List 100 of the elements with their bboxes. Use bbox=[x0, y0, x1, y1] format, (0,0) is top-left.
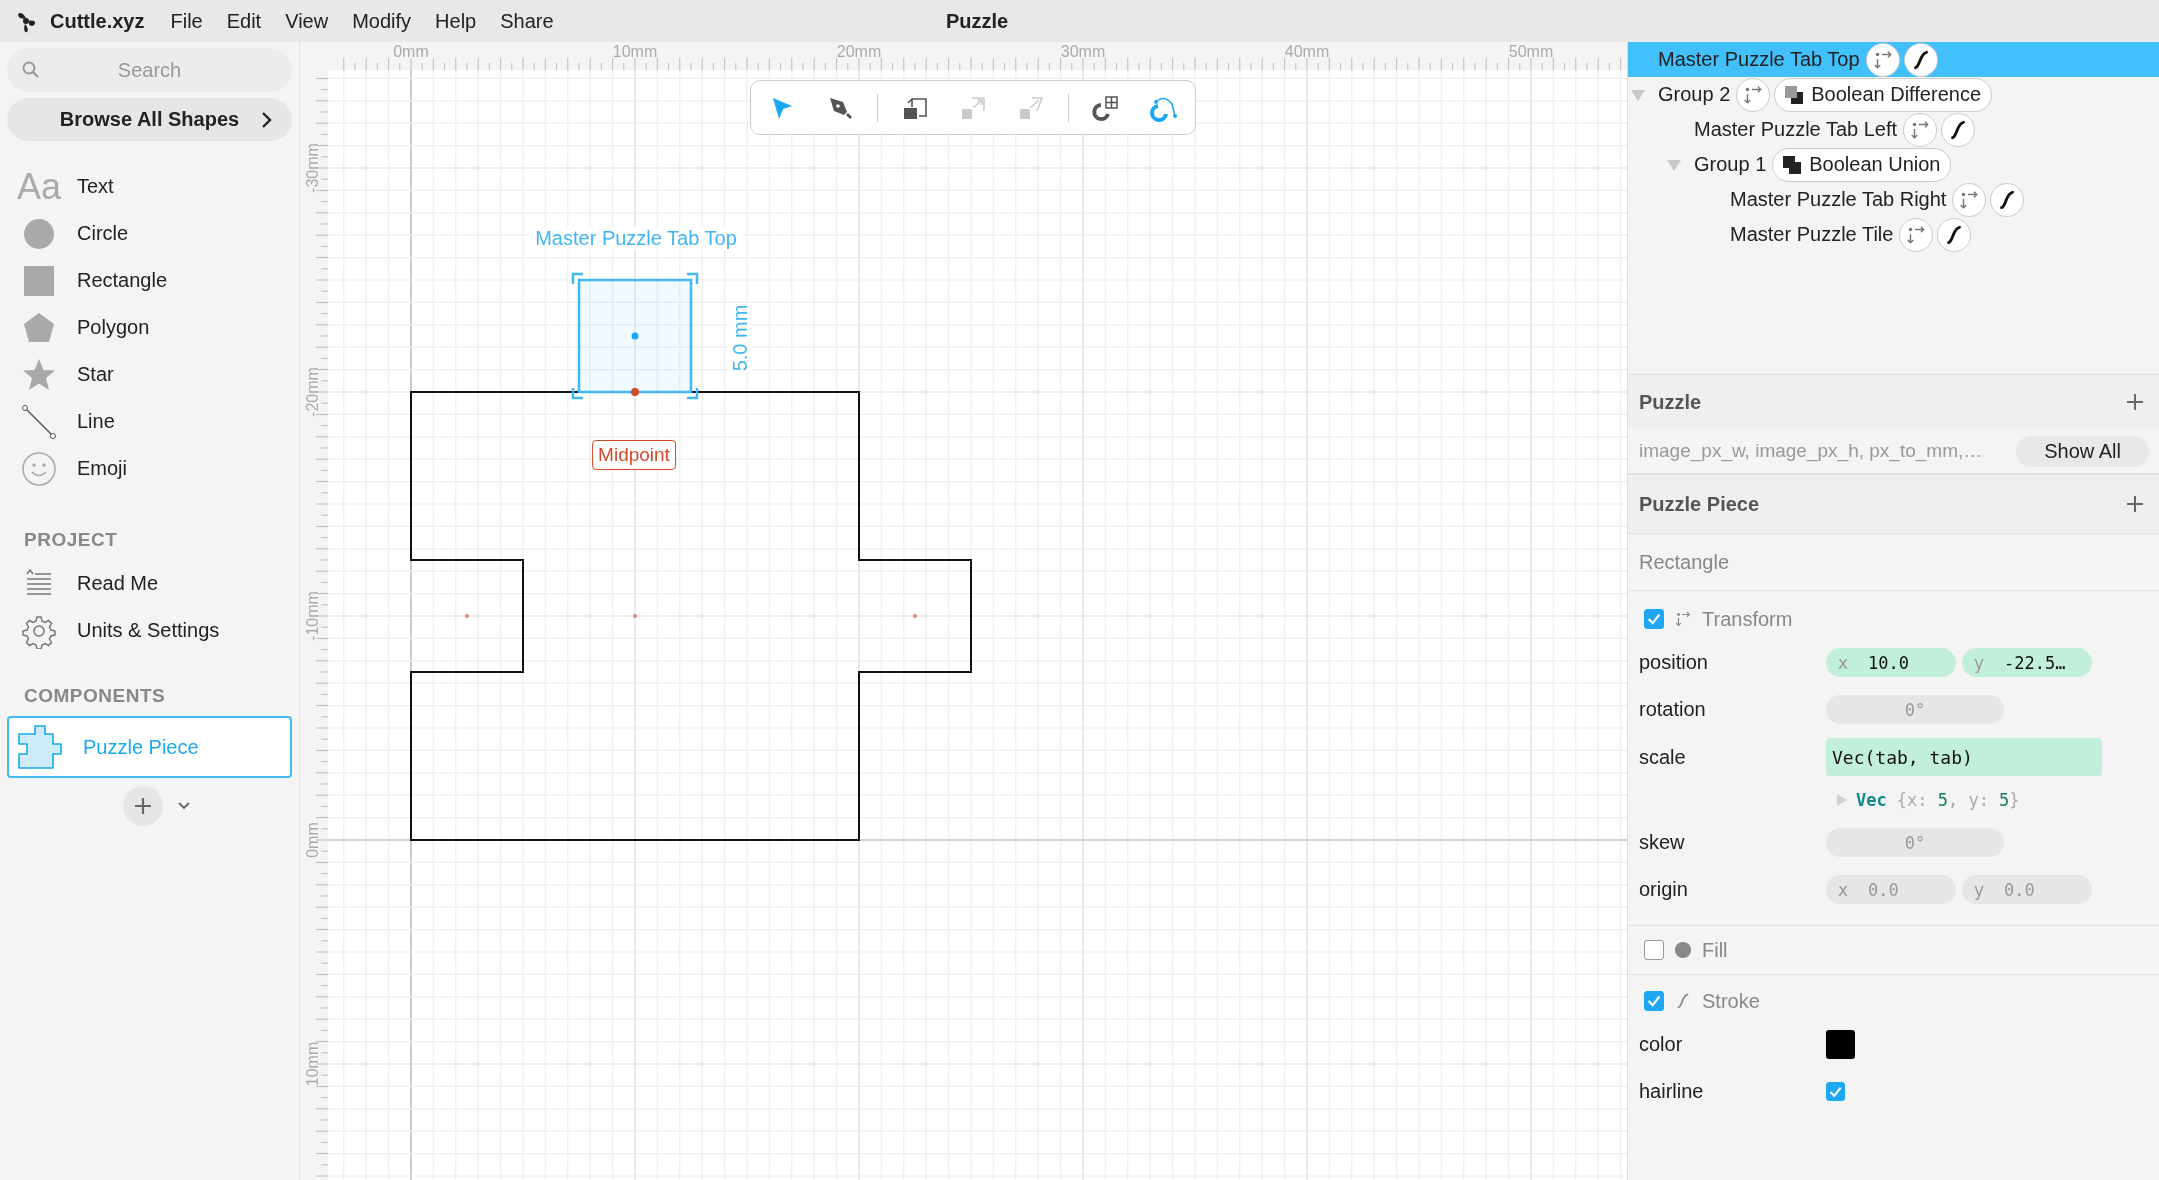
plus-icon[interactable] bbox=[2125, 392, 2145, 412]
component-label: Transform bbox=[1702, 607, 1793, 631]
center-point bbox=[631, 332, 639, 340]
shape-type-label: Rectangle bbox=[1628, 534, 2159, 591]
section-title: Puzzle Piece bbox=[1639, 492, 1760, 516]
parameter-summary: image_px_w, image_px_h, px_to_mm,… bbox=[1639, 440, 1983, 462]
ruler-label: 0mm bbox=[393, 43, 429, 61]
ruler-label: -30mm bbox=[304, 143, 322, 193]
ruler-label: 50mm bbox=[1508, 43, 1554, 61]
transform-icon bbox=[1674, 610, 1692, 628]
show-all-button[interactable]: Show All bbox=[2016, 435, 2149, 467]
menu-item[interactable]: Share bbox=[500, 9, 554, 33]
layer-row[interactable]: Master Puzzle Tile bbox=[1628, 217, 2159, 252]
transform-badge[interactable] bbox=[1952, 182, 1987, 217]
property-label: origin bbox=[1639, 878, 1689, 901]
search-icon bbox=[21, 60, 41, 80]
property-label: color bbox=[1639, 1033, 1684, 1056]
section-title: Puzzle bbox=[1639, 390, 1702, 414]
property-label: skew bbox=[1639, 831, 1686, 854]
shape-item[interactable]: Star bbox=[7, 351, 292, 398]
transform-icon bbox=[1909, 118, 1932, 141]
property-label: hairline bbox=[1639, 1080, 1705, 1103]
difference-squares-icon bbox=[1783, 83, 1806, 106]
document-title: Puzzle bbox=[946, 9, 1009, 33]
app-name: Cuttle.xyz bbox=[50, 9, 145, 33]
shape-name-label: Master Puzzle Tab Top bbox=[529, 226, 743, 250]
shape-item[interactable]: Rectangle bbox=[7, 257, 292, 304]
magnet-grid-icon bbox=[1092, 93, 1120, 122]
shape-item[interactable]: Aa Text bbox=[7, 163, 292, 210]
transform-badge[interactable] bbox=[1899, 217, 1934, 252]
boolean-chip[interactable]: Boolean Difference bbox=[1774, 77, 1992, 112]
layer-row[interactable]: Master Puzzle Tab Right bbox=[1628, 182, 2159, 217]
puzzle-piece-icon bbox=[15, 724, 65, 770]
ruler-label: -10mm bbox=[304, 591, 322, 641]
transform-icon bbox=[1742, 83, 1765, 106]
layer-row[interactable]: Master Puzzle Tab Left bbox=[1628, 112, 2159, 147]
layer-row[interactable]: Group 2 Boolean Difference bbox=[1628, 77, 2159, 112]
property-label: position bbox=[1639, 651, 1709, 674]
component-label: Stroke bbox=[1702, 989, 1760, 1013]
menu-item[interactable]: View bbox=[285, 9, 329, 33]
chevron-right-icon bbox=[260, 110, 274, 130]
checkbox[interactable] bbox=[1644, 609, 1664, 629]
search-field[interactable]: Search bbox=[7, 48, 292, 92]
expression-result: Vec {x: 5, y: 5} bbox=[1856, 790, 2020, 810]
menu-item[interactable]: Edit bbox=[226, 9, 262, 33]
ruler-label: 20mm bbox=[836, 43, 882, 61]
ruler-label: 0mm bbox=[304, 822, 322, 858]
property-label: rotation bbox=[1639, 698, 1707, 721]
shape-item[interactable]: Emoji bbox=[7, 445, 292, 492]
ruler-label: 10mm bbox=[304, 1041, 322, 1087]
line-icon bbox=[21, 403, 57, 440]
plus-icon bbox=[132, 796, 153, 816]
menu-item[interactable]: Help bbox=[435, 9, 477, 33]
expression-field[interactable]: Vec(tab, tab) bbox=[1826, 738, 2102, 776]
fill-circle-icon bbox=[1674, 941, 1692, 959]
caret-icon[interactable] bbox=[176, 801, 191, 811]
transform-icon bbox=[1958, 188, 1981, 211]
shape-item[interactable]: Polygon bbox=[7, 304, 292, 351]
transform-badge[interactable] bbox=[1736, 77, 1771, 112]
layer-row[interactable]: Group 1 Boolean Union bbox=[1628, 147, 2159, 182]
checkbox[interactable] bbox=[1644, 940, 1664, 960]
number-field[interactable]: x 10.0 bbox=[1826, 648, 1956, 677]
stroke-badge[interactable] bbox=[1903, 42, 1938, 77]
ruler-label: 40mm bbox=[1284, 43, 1330, 61]
menu-item[interactable]: Modify bbox=[352, 9, 412, 33]
property-label: scale bbox=[1639, 745, 1687, 769]
plus-icon[interactable] bbox=[2125, 494, 2145, 514]
number-field[interactable]: y -22.5… bbox=[1962, 648, 2092, 677]
project-item[interactable]: Units & Settings bbox=[7, 607, 292, 654]
shape-item[interactable]: Circle bbox=[7, 210, 292, 257]
menu-item[interactable]: File bbox=[170, 9, 203, 33]
stroke-badge[interactable] bbox=[1990, 182, 2025, 217]
shape-item[interactable]: Line bbox=[7, 398, 292, 445]
component-label: Fill bbox=[1702, 938, 1728, 962]
boolean-chip[interactable]: Boolean Union bbox=[1772, 147, 1952, 182]
anchor-point bbox=[913, 614, 917, 618]
anchor-point bbox=[633, 614, 637, 618]
ruler-label: 10mm bbox=[612, 43, 658, 61]
stroke-badge[interactable] bbox=[1937, 217, 1972, 252]
stroke-badge[interactable] bbox=[1941, 112, 1976, 147]
dimension-label: 5.0 mm bbox=[728, 304, 752, 372]
color-swatch[interactable] bbox=[1826, 1030, 1855, 1059]
ruler-label: -20mm bbox=[304, 367, 322, 417]
section-heading: PROJECT bbox=[23, 528, 119, 552]
transform-badge[interactable] bbox=[1903, 112, 1938, 147]
checkbox[interactable] bbox=[1826, 1082, 1845, 1101]
union-squares-icon bbox=[1781, 153, 1804, 176]
section-heading: COMPONENTS bbox=[23, 684, 167, 708]
anchor-point bbox=[465, 614, 469, 618]
transform-icon bbox=[1905, 223, 1928, 246]
midpoint-marker bbox=[631, 388, 639, 396]
checkbox[interactable] bbox=[1644, 991, 1664, 1011]
browse-button[interactable]: Browse All Shapes bbox=[7, 98, 292, 141]
transform-badge[interactable] bbox=[1865, 42, 1900, 77]
layer-row[interactable]: Master Puzzle Tab Top bbox=[1628, 42, 2159, 77]
snap-tooltip: Midpoint bbox=[592, 440, 676, 470]
project-item[interactable]: Read Me bbox=[7, 560, 292, 607]
add-component-button[interactable] bbox=[122, 786, 163, 826]
ruler-label: 30mm bbox=[1060, 43, 1106, 61]
text-tool-icon: Aa bbox=[17, 168, 61, 205]
